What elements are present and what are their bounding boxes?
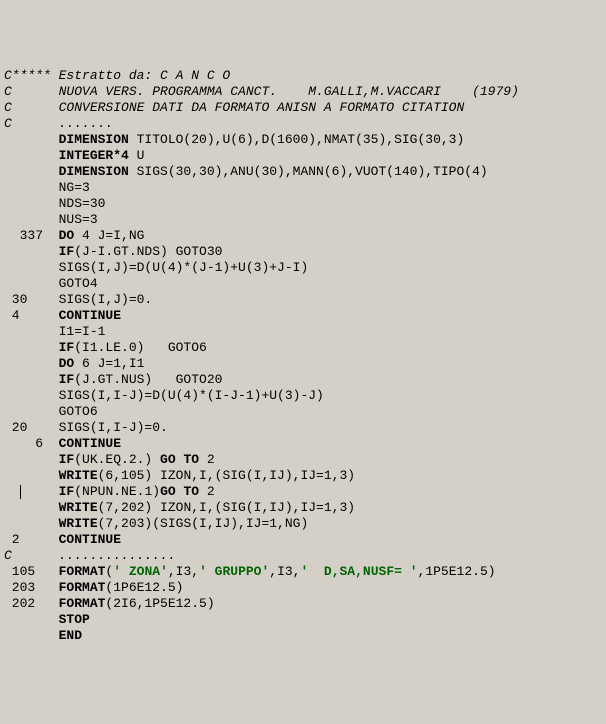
code-line: WRITE(7,203)(SIGS(I,IJ),IJ=1,NG) bbox=[4, 516, 606, 532]
code-line: C ............... bbox=[4, 548, 606, 564]
code-line: GOTO6 bbox=[4, 404, 606, 420]
code-line: 6 CONTINUE bbox=[4, 436, 606, 452]
code-line: WRITE(6,105) IZON,I,(SIG(I,IJ),IJ=1,3) bbox=[4, 468, 606, 484]
code-line: WRITE(7,202) IZON,I,(SIG(I,IJ),IJ=1,3) bbox=[4, 500, 606, 516]
code-line: 105 FORMAT(' ZONA',I3,' GRUPPO',I3,' D,S… bbox=[4, 564, 606, 580]
code-line: I1=I-1 bbox=[4, 324, 606, 340]
code-line: DO 6 J=1,I1 bbox=[4, 356, 606, 372]
code-line: DIMENSION SIGS(30,30),ANU(30),MANN(6),VU… bbox=[4, 164, 606, 180]
code-line: INTEGER*4 U bbox=[4, 148, 606, 164]
code-line: DIMENSION TITOLO(20),U(6),D(1600),NMAT(3… bbox=[4, 132, 606, 148]
code-line: 30 SIGS(I,J)=0. bbox=[4, 292, 606, 308]
code-line: C***** Estratto da: C A N C O bbox=[4, 68, 606, 84]
code-line: STOP bbox=[4, 612, 606, 628]
code-line: 2 CONTINUE bbox=[4, 532, 606, 548]
code-line: C NUOVA VERS. PROGRAMMA CANCT. M.GALLI,M… bbox=[4, 84, 606, 100]
code-line: 4 CONTINUE bbox=[4, 308, 606, 324]
code-line: NUS=3 bbox=[4, 212, 606, 228]
code-line: IF(J-I.GT.NDS) GOTO30 bbox=[4, 244, 606, 260]
code-line: GOTO4 bbox=[4, 276, 606, 292]
code-line: END bbox=[4, 628, 606, 644]
code-line: SIGS(I,J)=D(U(4)*(J-1)+U(3)+J-I) bbox=[4, 260, 606, 276]
code-line: IF(UK.EQ.2.) GO TO 2 bbox=[4, 452, 606, 468]
code-line: C ....... bbox=[4, 116, 606, 132]
code-line: 337 DO 4 J=I,NG bbox=[4, 228, 606, 244]
code-line: IF(I1.LE.0) GOTO6 bbox=[4, 340, 606, 356]
code-line: C CONVERSIONE DATI DA FORMATO ANISN A FO… bbox=[4, 100, 606, 116]
code-line: IF(NPUN.NE.1)GO TO 2 bbox=[4, 484, 606, 500]
code-line: SIGS(I,I-J)=D(U(4)*(I-J-1)+U(3)-J) bbox=[4, 388, 606, 404]
code-line: 202 FORMAT(2I6,1P5E12.5) bbox=[4, 596, 606, 612]
code-line: IF(J.GT.NUS) GOTO20 bbox=[4, 372, 606, 388]
code-listing: C***** Estratto da: C A N C OC NUOVA VER… bbox=[4, 68, 606, 644]
code-line: NG=3 bbox=[4, 180, 606, 196]
code-line: NDS=30 bbox=[4, 196, 606, 212]
code-line: 20 SIGS(I,I-J)=0. bbox=[4, 420, 606, 436]
code-line: 203 FORMAT(1P6E12.5) bbox=[4, 580, 606, 596]
